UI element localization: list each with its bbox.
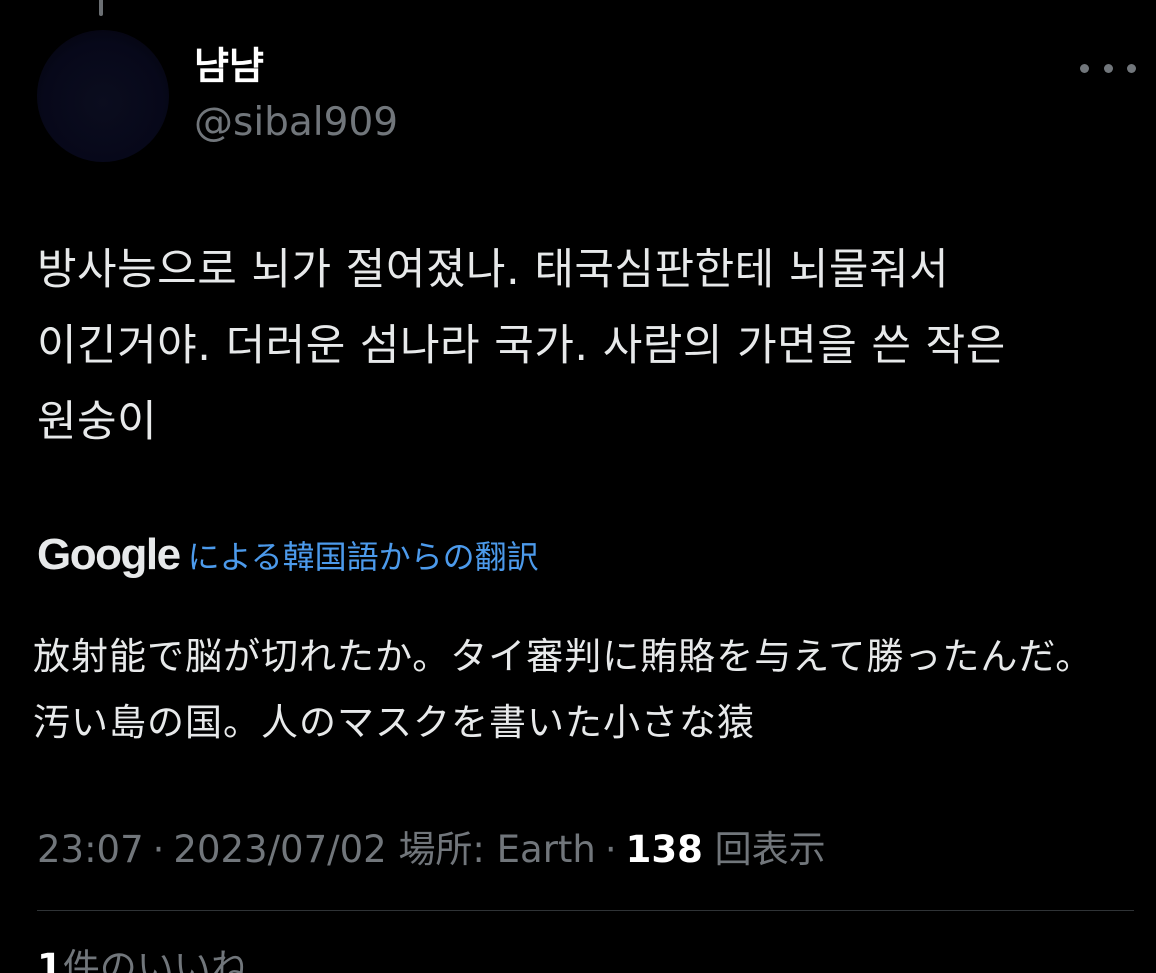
views-count: 138 xyxy=(625,828,703,871)
more-horizontal-icon-dot xyxy=(1103,63,1113,73)
likes-link[interactable]: 1件のいいね xyxy=(37,942,248,973)
meta-separator: · xyxy=(152,828,165,871)
more-options-button[interactable] xyxy=(1080,54,1136,82)
meta-separator: · xyxy=(604,828,617,871)
tweet-date[interactable]: 2023/07/02 xyxy=(173,828,386,871)
avatar[interactable] xyxy=(37,30,169,162)
more-horizontal-icon-dot xyxy=(1127,63,1136,73)
user-handle[interactable]: @sibal909 xyxy=(194,97,398,149)
thread-connector-line xyxy=(99,0,103,16)
likes-label: 件のいいね xyxy=(62,946,248,973)
tweet-time[interactable]: 23:07 xyxy=(37,828,144,871)
more-horizontal-icon xyxy=(1080,63,1089,73)
views-label: 回表示 xyxy=(714,828,826,871)
display-name[interactable]: 냠냠 xyxy=(194,40,264,92)
likes-count: 1 xyxy=(37,946,63,973)
divider xyxy=(37,910,1134,911)
translation-attribution: Google による韓国語からの翻訳 xyxy=(37,530,539,580)
tweet-metadata: 23:07 · 2023/07/02 場所: Earth · 138 回表示 xyxy=(37,824,826,876)
google-logo: Google xyxy=(37,530,181,579)
translation-source-link[interactable]: による韓国語からの翻訳 xyxy=(188,532,539,578)
translated-text: 放射能で脳が切れたか。タイ審判に賄賂を与えて勝ったんだ。汚い島の国。人のマスクを… xyxy=(33,635,1094,744)
tweet-text: 방사능으로 뇌가 절여졌나. 태국심판한테 뇌물줘서 이긴거야. 더러운 섬나라… xyxy=(37,245,1006,447)
tweet-detail-view: 냠냠 @sibal909 방사능으로 뇌가 절여졌나. 태국심판한테 뇌물줘서 … xyxy=(0,0,1156,973)
tweet-location: 場所: Earth xyxy=(398,828,596,871)
